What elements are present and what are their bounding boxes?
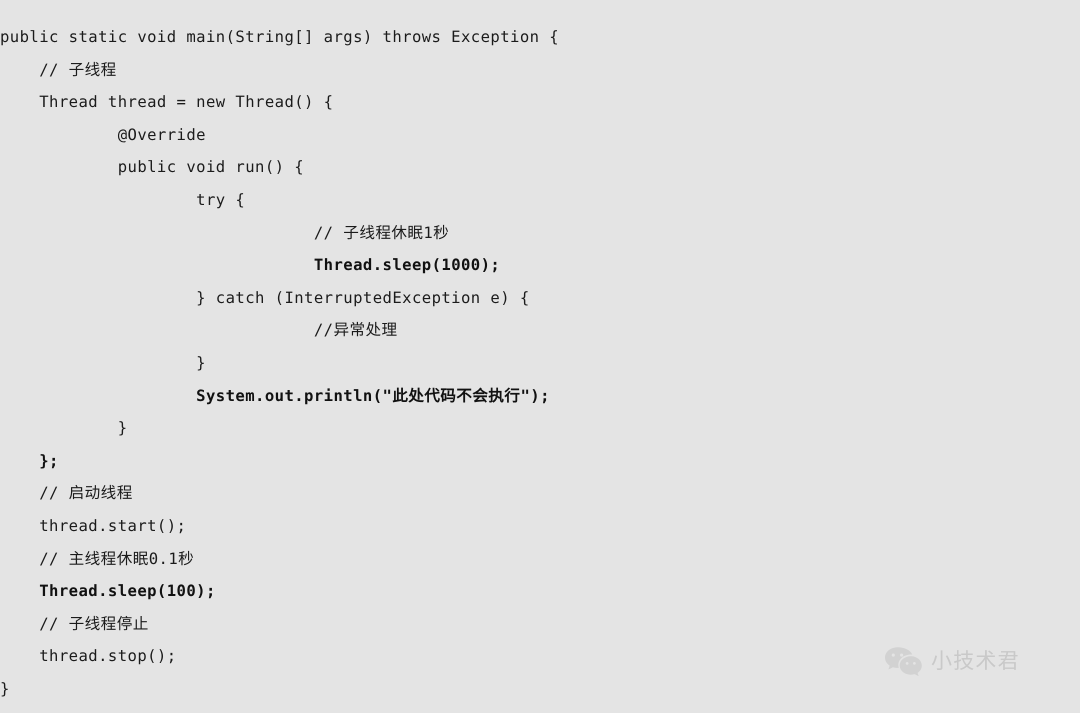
code-text: // 主线程休眠0.1秒: [39, 549, 195, 568]
code-line: // 子线程休眠1秒: [0, 217, 1080, 250]
code-text: thread.stop();: [39, 647, 177, 666]
code-text: // 子线程: [39, 60, 117, 79]
code-line: //异常处理: [0, 314, 1080, 347]
code-line: }: [0, 412, 1080, 445]
code-line: Thread.sleep(1000);: [0, 249, 1080, 282]
code-text: //异常处理: [313, 321, 398, 340]
code-line: } catch (InterruptedException e) {: [0, 282, 1080, 315]
code-line: System.out.println("此处代码不会执行");: [0, 380, 1080, 413]
code-line: };: [0, 445, 1080, 478]
code-text: // 子线程休眠1秒: [313, 223, 450, 242]
code-text: Thread thread = new Thread() {: [39, 93, 334, 112]
code-line: thread.start();: [0, 510, 1080, 543]
code-text: Thread.sleep(1000);: [313, 256, 501, 275]
code-line: thread.stop();: [0, 640, 1080, 673]
code-line: // 子线程停止: [0, 608, 1080, 641]
java-code-block: public static void main(String[] args) t…: [0, 0, 1080, 705]
code-line: // 主线程休眠0.1秒: [0, 543, 1080, 576]
code-text: public static void main(String[] args) t…: [0, 28, 560, 46]
code-text: }: [117, 419, 128, 438]
code-text: // 子线程停止: [39, 614, 149, 633]
code-text: thread.start();: [39, 516, 187, 535]
code-text: } catch (InterruptedException e) {: [196, 288, 530, 307]
code-text: @Override: [117, 125, 206, 144]
code-line: public void run() {: [0, 151, 1080, 184]
code-line: // 启动线程: [0, 477, 1080, 510]
code-line: public static void main(String[] args) t…: [0, 21, 1080, 54]
code-text: };: [39, 451, 59, 470]
code-text: // 启动线程: [39, 484, 133, 503]
code-text: System.out.println("此处代码不会执行");: [196, 386, 550, 405]
code-text: }: [196, 353, 206, 372]
code-line: @Override: [0, 119, 1080, 152]
code-line: Thread.sleep(100);: [0, 575, 1080, 608]
code-snippet-page: public static void main(String[] args) t…: [0, 0, 1080, 713]
code-line: try {: [0, 184, 1080, 217]
code-line: }: [0, 673, 1080, 706]
code-text: public void run() {: [117, 158, 305, 177]
code-text: Thread.sleep(100);: [39, 582, 216, 601]
code-line: }: [0, 347, 1080, 380]
code-line: // 子线程: [0, 54, 1080, 87]
code-text: }: [0, 679, 10, 698]
code-text: try {: [196, 190, 246, 209]
code-line: Thread thread = new Thread() {: [0, 86, 1080, 119]
